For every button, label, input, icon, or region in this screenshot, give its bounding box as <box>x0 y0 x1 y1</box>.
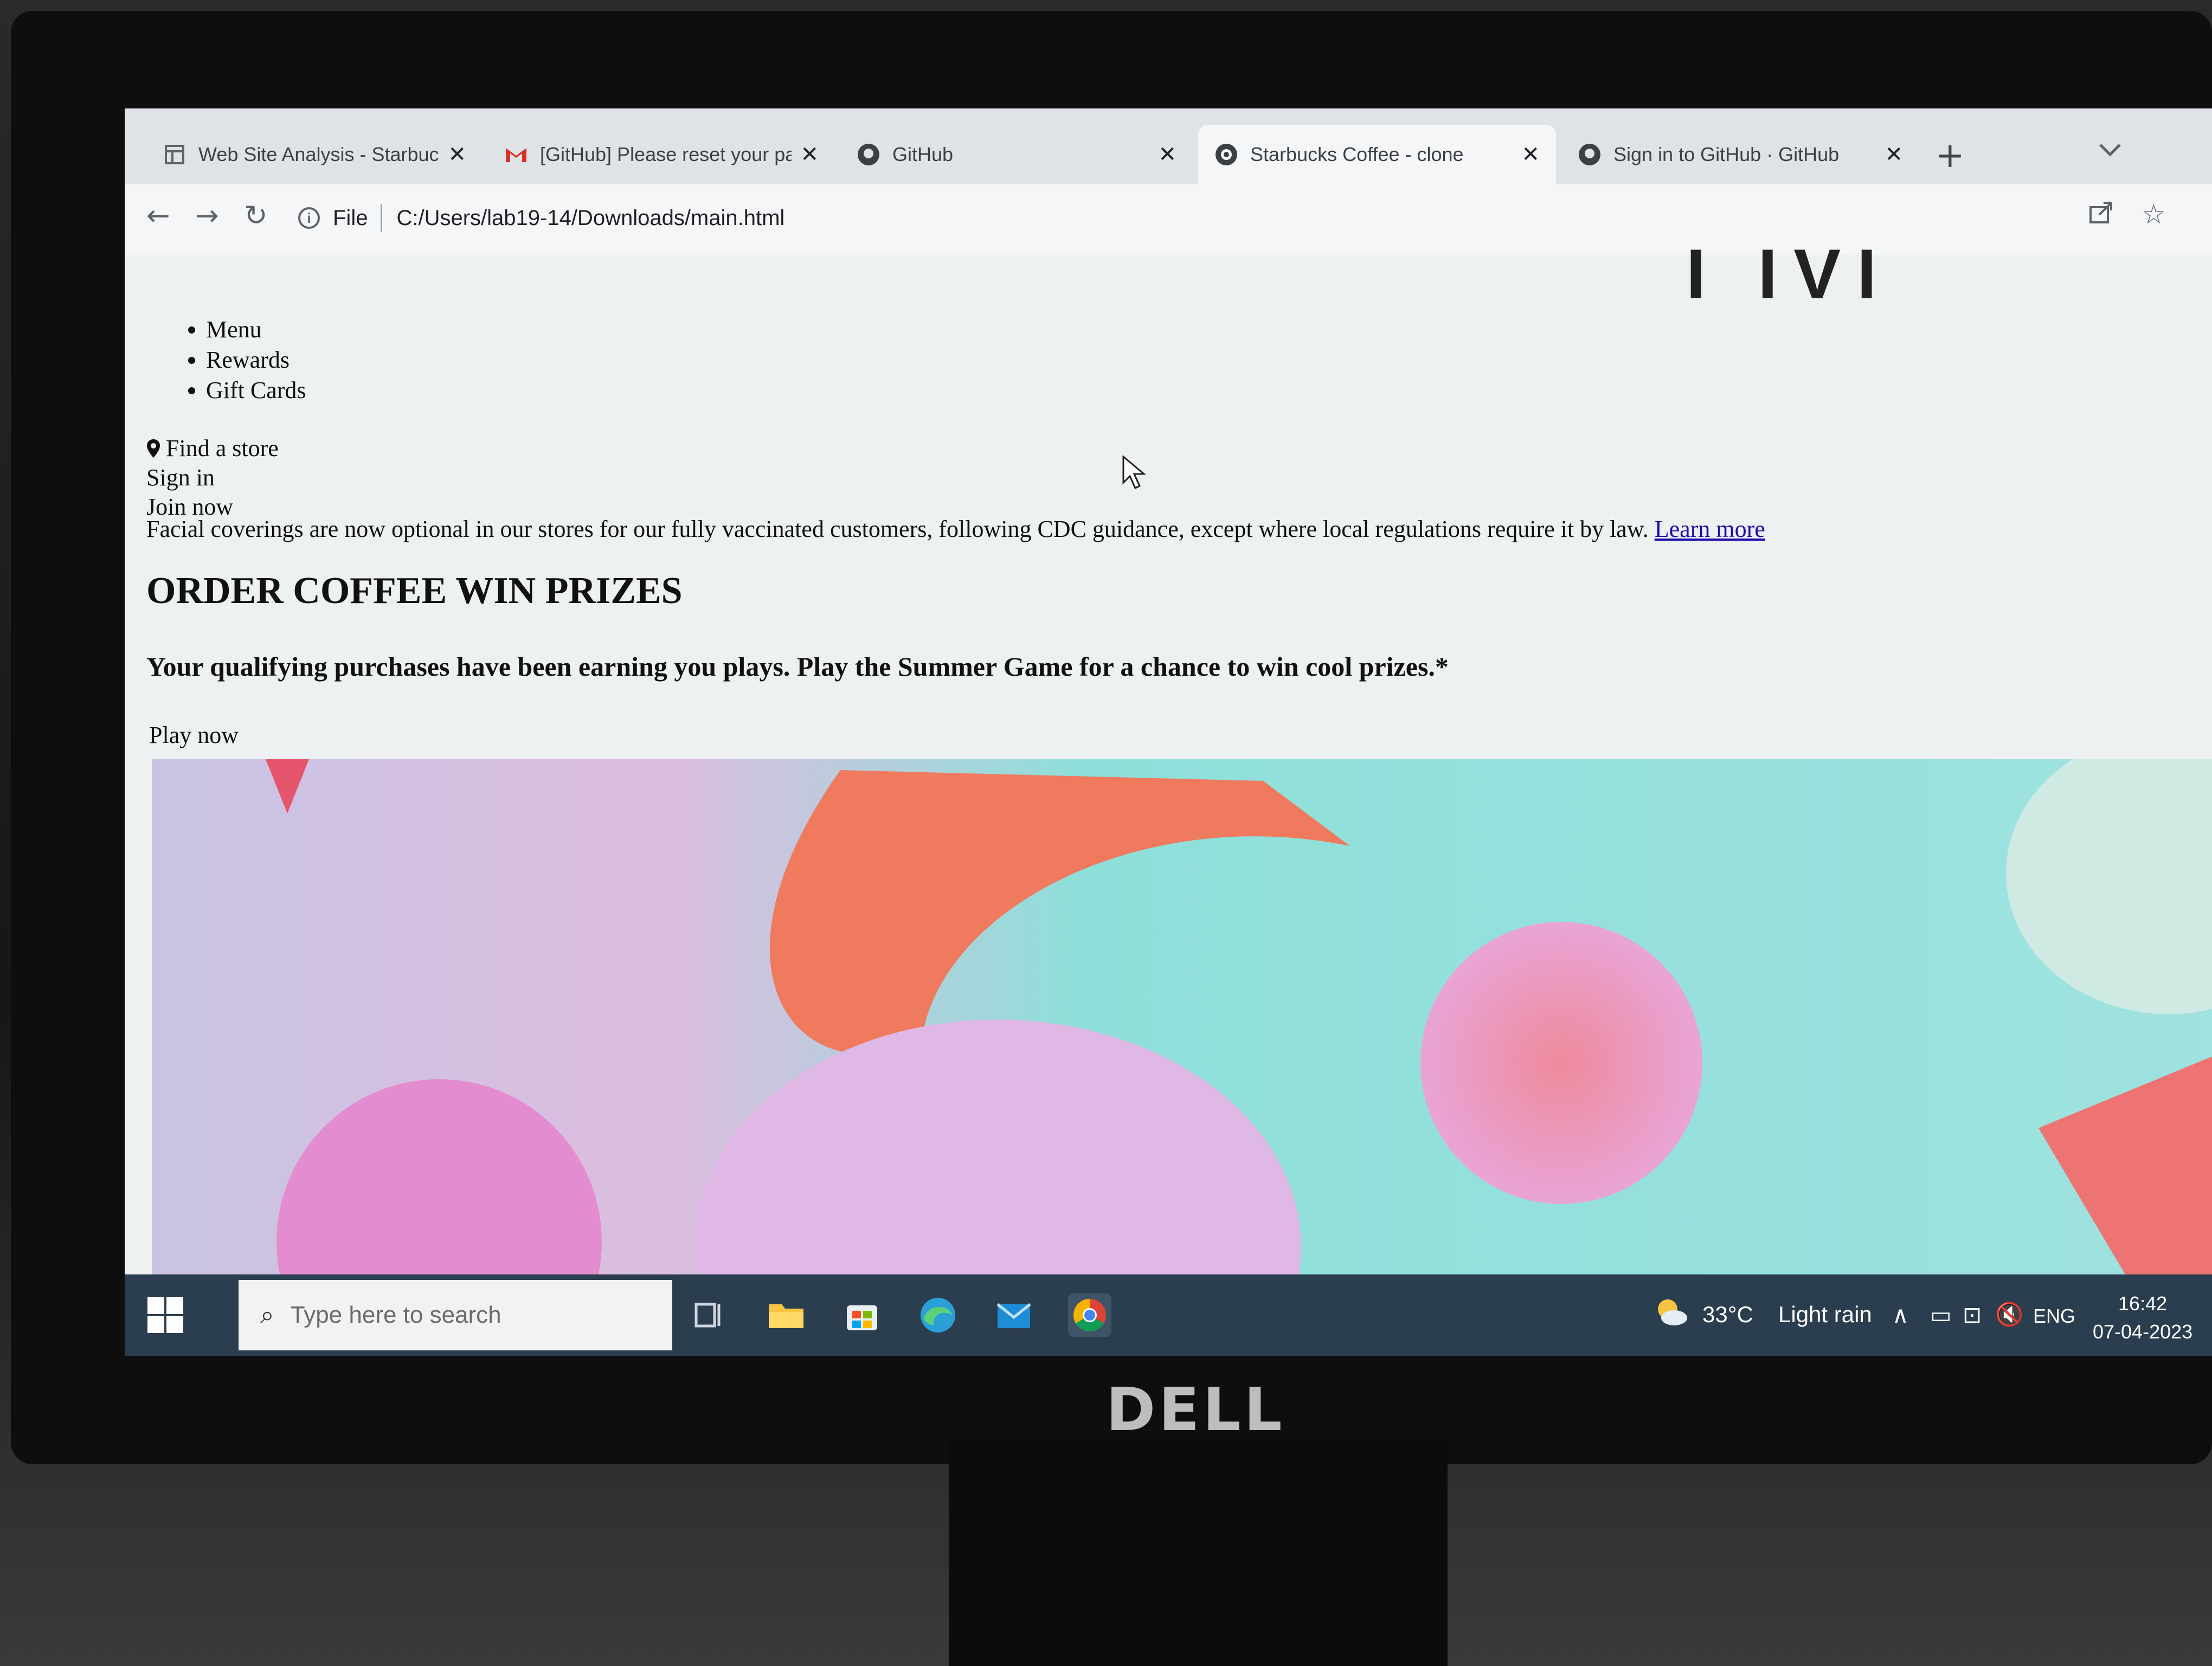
mouse-cursor-icon <box>1122 456 1146 490</box>
doc-icon <box>163 143 187 166</box>
logo-fragment: I IVI <box>1686 249 1893 298</box>
weather-icon[interactable] <box>1654 1296 1689 1334</box>
volume-muted-icon[interactable]: 🔇 <box>1995 1302 2023 1328</box>
tab-title: Starbucks Coffee - clone <box>1250 143 1464 165</box>
screen: Web Site Analysis - Starbucks ✕ [GitHub]… <box>125 108 2212 1356</box>
bookmark-star-icon[interactable]: ☆ <box>2142 198 2166 230</box>
browser-toolbar: ← → ↻ i File C:/Users/lab19-14/Downloads… <box>125 184 2212 255</box>
find-store-link[interactable]: Find a store <box>146 434 279 463</box>
tab-github-reset[interactable]: [GitHub] Please reset your pa ✕ <box>488 125 835 184</box>
tab-title: GitHub <box>892 143 954 165</box>
nav-item-menu[interactable]: Menu <box>206 315 306 345</box>
summer-game-banner <box>152 759 2212 1274</box>
close-tab-icon[interactable]: ✕ <box>1885 142 1903 167</box>
network-icon[interactable]: ⊡ <box>1963 1302 1982 1328</box>
banner-artwork <box>266 759 2212 1274</box>
tab-web-site-analysis[interactable]: Web Site Analysis - Starbucks ✕ <box>146 125 483 184</box>
learn-more-link[interactable]: Learn more <box>1655 516 1765 542</box>
forward-arrow-icon[interactable]: → <box>195 200 219 232</box>
tab-title: [GitHub] Please reset your pa <box>540 143 792 165</box>
notice-text: Facial coverings are now optional in our… <box>146 516 1649 542</box>
share-icon[interactable] <box>2087 198 2114 232</box>
new-tab-button[interactable]: + <box>1935 136 1965 176</box>
weather-text[interactable]: Light rain <box>1778 1302 1872 1328</box>
page-heading: ORDER COFFEE WIN PRIZES <box>146 570 683 612</box>
monitor: Web Site Analysis - Starbucks ✕ [GitHub]… <box>11 11 2212 1464</box>
tab-search-chevron-icon[interactable] <box>2098 138 2122 163</box>
sign-in-link[interactable]: Sign in <box>146 463 279 492</box>
address-separator <box>381 204 383 232</box>
web-page: I IVI Menu Rewards Gift Cards Find a sto… <box>125 249 2212 1274</box>
search-icon: ⌕ <box>260 1300 274 1329</box>
github-icon <box>1578 143 1602 166</box>
chrome-icon[interactable] <box>1068 1293 1111 1337</box>
main-nav: Menu Rewards Gift Cards <box>173 315 306 406</box>
monitor-brand-logo: DELL <box>1106 1375 1285 1444</box>
weather-temp[interactable]: 33°C <box>1702 1302 1753 1328</box>
close-tab-icon[interactable]: ✕ <box>1521 142 1540 167</box>
location-pin-icon <box>146 436 160 458</box>
file-explorer-icon[interactable] <box>764 1293 808 1337</box>
tab-sign-in-github[interactable]: Sign in to GitHub · GitHub ✕ <box>1561 125 1919 184</box>
account-links: Find a store Sign in Join now <box>146 434 279 522</box>
language-indicator[interactable]: ENG <box>2033 1305 2075 1328</box>
url-text[interactable]: C:/Users/lab19-14/Downloads/main.html <box>396 206 785 230</box>
close-tab-icon[interactable]: ✕ <box>800 142 819 167</box>
scheme-label: File <box>333 206 368 230</box>
starbucks-icon <box>1214 143 1238 166</box>
gmail-icon <box>504 143 528 166</box>
close-tab-icon[interactable]: ✕ <box>1158 142 1176 167</box>
address-bar[interactable]: i File C:/Users/lab19-14/Downloads/main.… <box>298 196 2163 240</box>
tab-title: Sign in to GitHub · GitHub <box>1613 143 1840 165</box>
back-arrow-icon[interactable]: ← <box>146 200 170 232</box>
microsoft-store-icon[interactable] <box>840 1293 884 1337</box>
taskbar-search-box[interactable]: ⌕ Type here to search <box>239 1280 672 1350</box>
find-store-label: Find a store <box>166 435 279 462</box>
windows-start-icon[interactable] <box>146 1296 184 1334</box>
tab-strip: Web Site Analysis - Starbucks ✕ [GitHub]… <box>125 108 2212 190</box>
close-tab-icon[interactable]: ✕ <box>448 142 466 167</box>
windows-taskbar: ⌕ Type here to search 33°C Light rain ∧ … <box>125 1274 2212 1356</box>
play-now-link[interactable]: Play now <box>149 721 239 749</box>
clock-time: 16:42 <box>2118 1292 2168 1315</box>
monitor-stand <box>949 1437 1448 1666</box>
show-hidden-icons-chevron-icon[interactable]: ∧ <box>1892 1302 1909 1328</box>
meet-now-icon[interactable]: ▭ <box>1930 1302 1952 1328</box>
tab-title: Web Site Analysis - Starbucks <box>198 143 440 165</box>
promo-lead: Your qualifying purchases have been earn… <box>146 651 1449 682</box>
nav-item-gift-cards[interactable]: Gift Cards <box>206 375 306 406</box>
search-placeholder: Type here to search <box>290 1302 501 1328</box>
taskbar-clock[interactable]: 16:42 07-04-2023 <box>2093 1290 2192 1346</box>
task-view-icon[interactable] <box>689 1293 732 1337</box>
tab-github[interactable]: GitHub ✕ <box>840 125 1193 184</box>
nav-item-rewards[interactable]: Rewards <box>206 345 306 375</box>
github-icon <box>857 143 880 166</box>
tab-starbucks-clone[interactable]: Starbucks Coffee - clone ✕ <box>1198 125 1556 184</box>
edge-browser-icon[interactable] <box>916 1293 960 1337</box>
clock-date: 07-04-2023 <box>2093 1321 2193 1343</box>
notice-banner: Facial coverings are now optional in our… <box>146 515 1765 543</box>
reload-icon[interactable]: ↻ <box>244 200 268 232</box>
mail-icon[interactable] <box>992 1293 1036 1337</box>
site-info-icon[interactable]: i <box>298 207 320 229</box>
